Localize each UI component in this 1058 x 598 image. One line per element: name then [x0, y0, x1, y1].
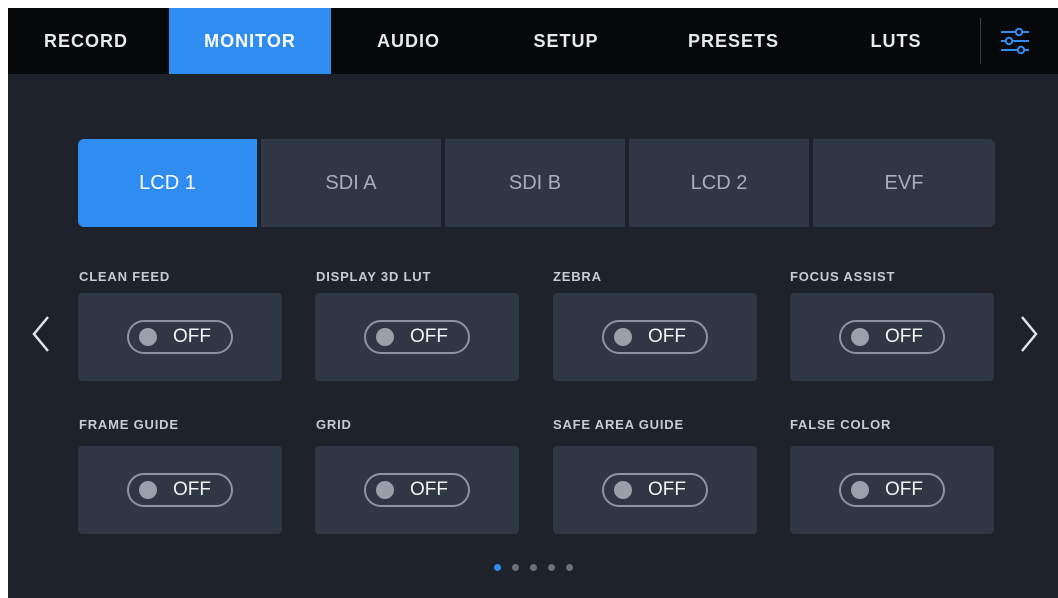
toggle-state-label: OFF — [173, 326, 211, 347]
display-3d-lut-toggle[interactable]: OFF — [364, 320, 470, 354]
toggle-knob — [139, 328, 157, 346]
toggle-state-label: OFF — [648, 326, 686, 347]
grid-toggle[interactable]: OFF — [364, 473, 470, 507]
safe-area-guide-toggle[interactable]: OFF — [602, 473, 708, 507]
toggle-state-label: OFF — [410, 326, 448, 347]
clean-feed-label: CLEAN FEED — [79, 269, 171, 284]
frame-guide-toggle[interactable]: OFF — [127, 473, 233, 507]
page-dot[interactable] — [548, 564, 555, 571]
tab-setup[interactable]: SETUP — [486, 8, 646, 74]
settings-button[interactable] — [992, 18, 1038, 64]
monitor-screen: RECORD MONITOR AUDIO SETUP PRESETS LUTS … — [8, 8, 1058, 598]
tab-divider — [980, 18, 981, 64]
clean-feed-toggle[interactable]: OFF — [127, 320, 233, 354]
zebra-label: ZEBRA — [553, 269, 602, 284]
tab-luts[interactable]: LUTS — [821, 8, 971, 74]
toggle-knob — [851, 481, 869, 499]
display-3d-lut-card: OFF — [315, 293, 519, 381]
page-dot[interactable] — [566, 564, 573, 571]
grid-card: OFF — [315, 446, 519, 534]
tab-record[interactable]: RECORD — [8, 8, 164, 74]
safe-area-guide-card: OFF — [553, 446, 757, 534]
output-selector: LCD 1 SDI A SDI B LCD 2 EVF — [78, 139, 995, 227]
page-dot[interactable] — [512, 564, 519, 571]
next-page-button[interactable] — [1014, 312, 1044, 356]
output-lcd2-button[interactable]: LCD 2 — [629, 139, 809, 227]
focus-assist-label: FOCUS ASSIST — [790, 269, 896, 284]
toggle-knob — [376, 481, 394, 499]
toggle-state-label: OFF — [648, 479, 686, 500]
toggle-state-label: OFF — [410, 479, 448, 500]
tab-presets[interactable]: PRESETS — [646, 8, 821, 74]
output-evf-button[interactable]: EVF — [813, 139, 995, 227]
tab-audio[interactable]: AUDIO — [331, 8, 486, 74]
sliders-icon — [1001, 27, 1029, 55]
chevron-left-icon — [32, 316, 49, 352]
zebra-toggle[interactable]: OFF — [602, 320, 708, 354]
false-color-card: OFF — [790, 446, 994, 534]
focus-assist-toggle[interactable]: OFF — [839, 320, 945, 354]
output-sdi-a-button[interactable]: SDI A — [261, 139, 441, 227]
toggle-knob — [376, 328, 394, 346]
toggle-state-label: OFF — [885, 479, 923, 500]
output-lcd1-button[interactable]: LCD 1 — [78, 139, 257, 227]
page-dot[interactable] — [530, 564, 537, 571]
toggle-knob — [614, 328, 632, 346]
page-indicator — [494, 564, 573, 572]
clean-feed-card: OFF — [78, 293, 282, 381]
frame-guide-card: OFF — [78, 446, 282, 534]
tab-bar: RECORD MONITOR AUDIO SETUP PRESETS LUTS — [8, 8, 1058, 74]
chevron-right-icon — [1021, 316, 1038, 352]
focus-assist-card: OFF — [790, 293, 994, 381]
zebra-card: OFF — [553, 293, 757, 381]
display-3d-lut-label: DISPLAY 3D LUT — [316, 269, 432, 284]
tab-monitor[interactable]: MONITOR — [169, 8, 331, 74]
toggle-knob — [851, 328, 869, 346]
grid-label: GRID — [316, 417, 352, 432]
page-dot[interactable] — [494, 564, 501, 571]
toggle-knob — [139, 481, 157, 499]
safe-area-guide-label: SAFE AREA GUIDE — [553, 417, 684, 432]
toggle-state-label: OFF — [885, 326, 923, 347]
output-sdi-b-button[interactable]: SDI B — [445, 139, 625, 227]
false-color-label: FALSE COLOR — [790, 417, 892, 432]
toggle-state-label: OFF — [173, 479, 211, 500]
false-color-toggle[interactable]: OFF — [839, 473, 945, 507]
frame-guide-label: FRAME GUIDE — [79, 417, 179, 432]
previous-page-button[interactable] — [26, 312, 56, 356]
toggle-knob — [614, 481, 632, 499]
